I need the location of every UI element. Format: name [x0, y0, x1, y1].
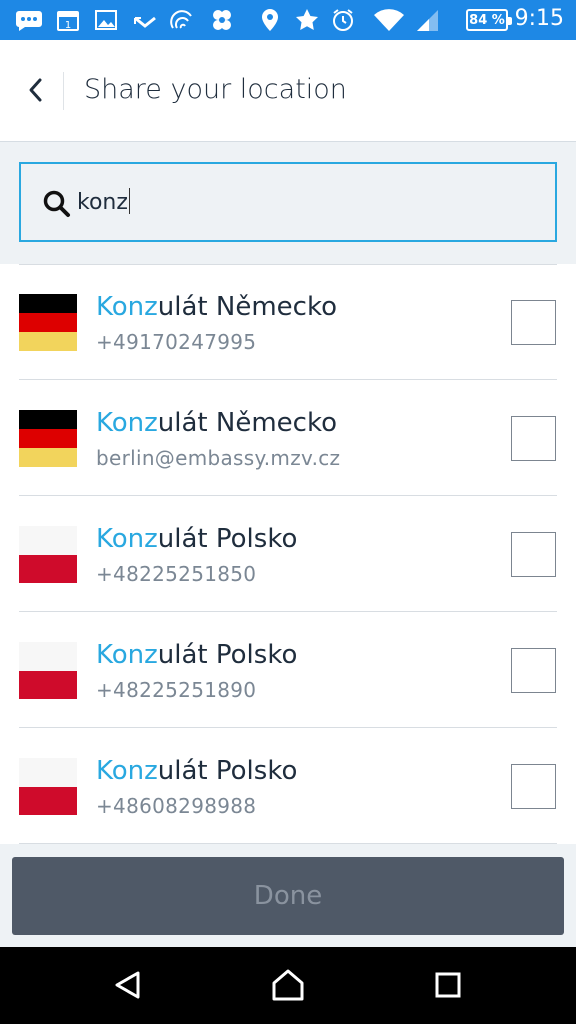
back-button[interactable] [14, 68, 58, 112]
search-icon [43, 190, 70, 217]
select-checkbox[interactable] [511, 648, 556, 693]
search-match-highlight: Konz [96, 640, 158, 670]
star-icon [294, 8, 320, 32]
contact-list[interactable]: Konzulát Německo +49170247995 Konzulát Něm… [0, 264, 576, 844]
poland-flag-icon [19, 642, 77, 699]
select-checkbox[interactable] [511, 532, 556, 577]
germany-flag-icon [19, 410, 77, 467]
battery-indicator: 84 % [466, 9, 512, 31]
contact-row[interactable]: Konzulát Německo berlin@embassy.mzv.cz [0, 380, 576, 496]
select-checkbox[interactable] [511, 416, 556, 461]
svg-text:1: 1 [65, 20, 71, 31]
contact-name: Konzulát Polsko [96, 756, 297, 786]
status-bar: 1 84 % 9:15 [0, 0, 576, 40]
contact-detail: +48225251890 [96, 678, 257, 702]
contact-name-rest: ulát Polsko [157, 640, 298, 670]
chevron-left-icon [29, 78, 42, 102]
search-match-highlight: Konz [96, 756, 158, 786]
contact-name-rest: ulát Německo [157, 408, 337, 438]
contact-detail: +48225251850 [96, 562, 257, 586]
header-divider [63, 72, 64, 110]
page-title: Share your location [84, 74, 347, 105]
footer: Done [0, 844, 576, 947]
select-checkbox[interactable] [511, 300, 556, 345]
contact-row[interactable]: Konzulát Německo +49170247995 [0, 264, 576, 380]
nav-recents-button[interactable] [428, 965, 468, 1005]
app-header: Share your location [0, 40, 576, 142]
done-button[interactable]: Done [12, 857, 564, 935]
alarm-icon [330, 8, 356, 32]
missed-call-icon [132, 8, 158, 32]
contact-name: Konzulát Polsko [96, 640, 297, 670]
search-match-highlight: Konz [96, 408, 158, 438]
image-icon [94, 8, 118, 32]
nfc-icon [168, 8, 196, 32]
nav-back-button[interactable] [108, 965, 148, 1005]
contact-name: Konzulát Německo [96, 408, 337, 438]
poland-flag-icon [19, 526, 77, 583]
contact-name: Konzulát Německo [96, 292, 337, 322]
clock: 9:15 [514, 6, 564, 31]
germany-flag-icon [19, 294, 77, 351]
nav-home-button[interactable] [268, 965, 308, 1005]
search-match-highlight: Konz [96, 292, 158, 322]
search-area: konz [0, 142, 576, 264]
contact-name-rest: ulát Polsko [157, 524, 298, 554]
contact-name-rest: ulát Německo [157, 292, 337, 322]
wifi-icon [372, 8, 406, 32]
search-match-highlight: Konz [96, 524, 158, 554]
location-icon [260, 8, 280, 32]
system-nav-bar [0, 947, 576, 1024]
signal-icon [414, 8, 440, 32]
home-icon [272, 969, 304, 1001]
search-query: konz [77, 188, 130, 215]
poland-flag-icon [19, 758, 77, 815]
contact-detail: +49170247995 [96, 330, 257, 354]
contact-row[interactable]: Konzulát Polsko +48225251890 [0, 612, 576, 728]
search-input[interactable]: konz [19, 162, 557, 242]
calendar-icon: 1 [56, 8, 80, 32]
bug-icon [208, 8, 236, 32]
recents-icon [435, 972, 461, 998]
contact-detail: berlin@embassy.mzv.cz [96, 446, 341, 470]
contact-name: Konzulát Polsko [96, 524, 297, 554]
chat-icon [14, 8, 44, 32]
contact-row[interactable]: Konzulát Polsko +48608298988 [0, 728, 576, 844]
contact-detail: +48608298988 [96, 794, 257, 818]
back-triangle-icon [115, 971, 140, 999]
text-cursor [128, 188, 130, 214]
contact-name-rest: ulát Polsko [157, 756, 298, 786]
contact-row[interactable]: Konzulát Polsko +48225251850 [0, 496, 576, 612]
select-checkbox[interactable] [511, 764, 556, 809]
